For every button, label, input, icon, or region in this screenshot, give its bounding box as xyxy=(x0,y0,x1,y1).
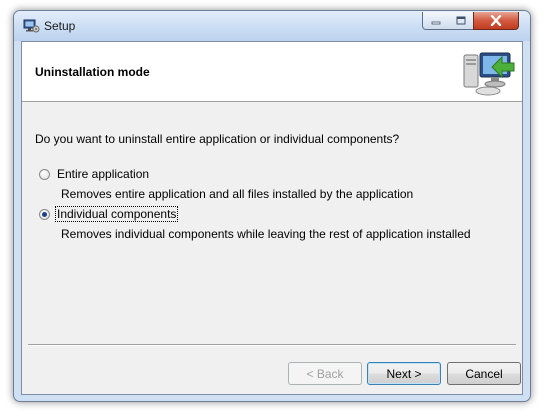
wizard-page: Uninstallation mode Do you want to unins… xyxy=(21,41,523,395)
option-description: Removes individual components while leav… xyxy=(61,227,471,241)
window-title: Setup xyxy=(44,19,76,33)
maximize-button[interactable] xyxy=(448,12,474,30)
question-text: Do you want to uninstall entire applicat… xyxy=(35,132,400,146)
computer-uninstall-arrow-icon xyxy=(463,52,515,96)
footer-divider xyxy=(28,344,516,346)
minimize-button[interactable] xyxy=(422,12,449,30)
setup-app-icon xyxy=(23,19,40,33)
next-button[interactable]: Next > xyxy=(367,362,441,385)
back-button[interactable]: < Back xyxy=(288,362,362,385)
radio-individual-components[interactable] xyxy=(39,208,50,220)
wizard-header: Uninstallation mode xyxy=(22,42,522,102)
close-button[interactable] xyxy=(473,12,519,30)
cancel-button[interactable]: Cancel xyxy=(447,362,521,385)
option-individual-components[interactable]: Individual components xyxy=(39,206,179,222)
maximize-icon xyxy=(456,16,465,25)
setup-window: Setup Uninstallation mode Do you want to… xyxy=(13,10,531,402)
close-icon xyxy=(490,15,502,26)
option-label[interactable]: Entire application xyxy=(56,167,150,181)
page-title: Uninstallation mode xyxy=(35,65,150,79)
option-entire-application[interactable]: Entire application xyxy=(39,167,150,181)
radio-entire-application[interactable] xyxy=(39,168,50,180)
minimize-icon xyxy=(431,21,440,24)
title-bar[interactable]: Setup xyxy=(14,11,530,41)
option-description: Removes entire application and all files… xyxy=(61,187,414,201)
option-label[interactable]: Individual components xyxy=(54,206,179,222)
